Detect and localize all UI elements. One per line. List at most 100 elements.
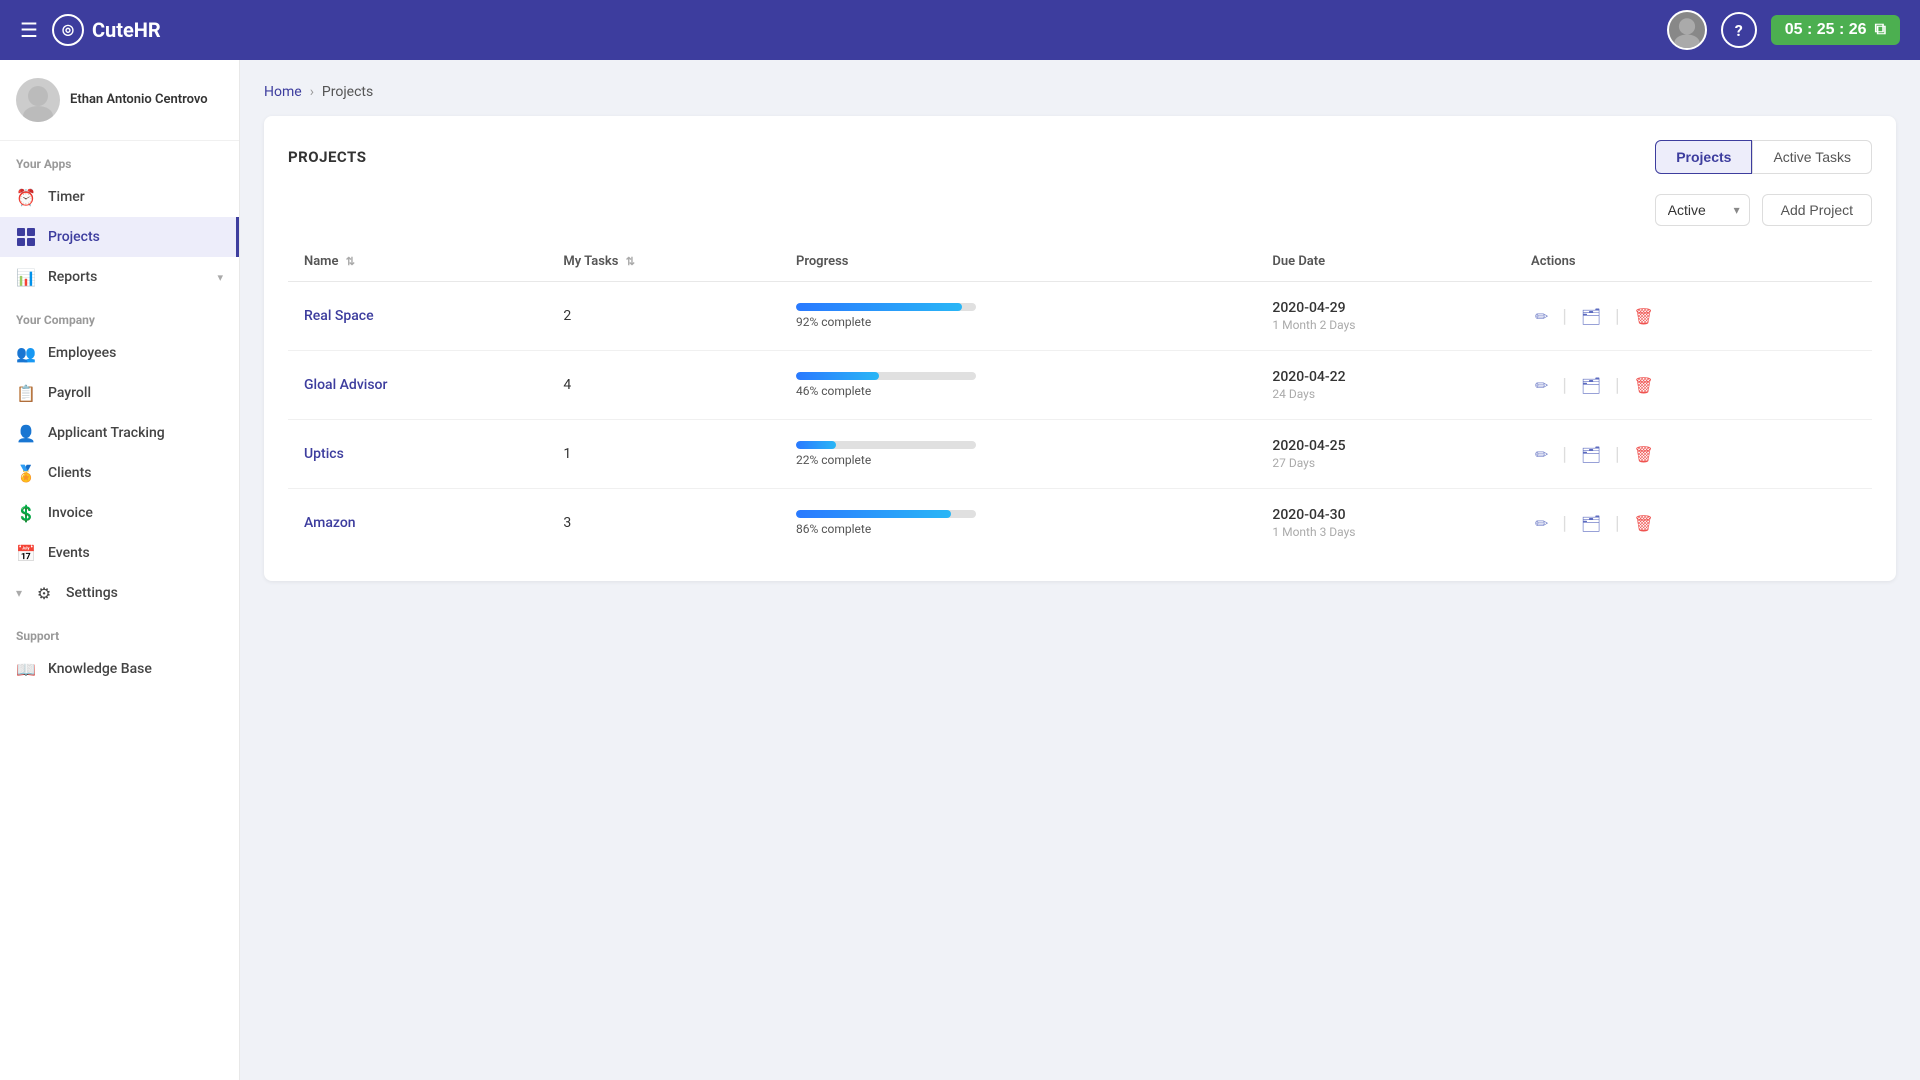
sidebar-item-label: Events xyxy=(48,545,90,561)
cell-name: Gloal Advisor xyxy=(288,351,547,420)
edit-icon[interactable]: ✏ xyxy=(1531,372,1552,399)
breadcrumb-current: Projects xyxy=(322,84,373,100)
sidebar-item-label: Clients xyxy=(48,465,91,481)
reports-icon: 📊 xyxy=(16,267,36,287)
events-icon: 📅 xyxy=(16,543,36,563)
logo-icon: ◎ xyxy=(52,14,84,46)
cell-due-date: 2020-04-30 1 Month 3 Days xyxy=(1256,489,1515,558)
action-icons: ✏ | 🗂 | 🗑 xyxy=(1531,441,1856,468)
table-row: Real Space 2 92% complete 2020-04-29 1 M… xyxy=(288,282,1872,351)
divider: | xyxy=(1562,375,1566,396)
cell-actions: ✏ | 🗂 | 🗑 xyxy=(1515,489,1872,558)
due-date-relative: 27 Days xyxy=(1272,456,1499,470)
edit-icon[interactable]: ✏ xyxy=(1531,303,1552,330)
divider: | xyxy=(1562,306,1566,327)
sort-icon: ⇅ xyxy=(626,255,635,268)
due-date-main: 2020-04-30 xyxy=(1272,507,1499,523)
tab-active-tasks[interactable]: Active Tasks xyxy=(1752,140,1872,174)
your-apps-label: Your Apps xyxy=(0,141,239,177)
main-content: Home › Projects PROJECTS Projects Active… xyxy=(240,60,1920,1080)
sidebar: Ethan Antonio Centrovo Your Apps ⏰ Timer… xyxy=(0,60,240,1080)
sidebar-item-label: Timer xyxy=(48,189,85,205)
progress-bar-fill xyxy=(796,441,836,449)
sidebar-item-label: Reports xyxy=(48,269,97,285)
sidebar-item-events[interactable]: 📅 Events xyxy=(0,533,239,573)
chevron-down-icon: ▾ xyxy=(217,271,223,284)
archive-icon[interactable]: 🗂 xyxy=(1577,441,1605,468)
tab-projects[interactable]: Projects xyxy=(1655,140,1752,174)
breadcrumb-home[interactable]: Home xyxy=(264,84,302,100)
timer-value: 05 : 25 : 26 xyxy=(1785,21,1867,39)
settings-icon: ⚙ xyxy=(34,583,54,603)
sidebar-item-label: Invoice xyxy=(48,505,93,521)
delete-icon[interactable]: 🗑 xyxy=(1630,372,1658,399)
layout: Ethan Antonio Centrovo Your Apps ⏰ Timer… xyxy=(0,60,1920,1080)
table-header-row: Name ⇅ My Tasks ⇅ Progress Due Date Acti… xyxy=(288,242,1872,282)
archive-icon[interactable]: 🗂 xyxy=(1577,303,1605,330)
sidebar-item-knowledge-base[interactable]: 📖 Knowledge Base xyxy=(0,649,239,689)
your-company-label: Your Company xyxy=(0,297,239,333)
sidebar-item-projects[interactable]: Projects xyxy=(0,217,239,257)
sidebar-item-reports[interactable]: 📊 Reports ▾ xyxy=(0,257,239,297)
timer-icon: ⏰ xyxy=(16,187,36,207)
due-date-relative: 1 Month 3 Days xyxy=(1272,525,1499,539)
table-row: Uptics 1 22% complete 2020-04-25 27 Days… xyxy=(288,420,1872,489)
sidebar-item-clients[interactable]: 🏅 Clients xyxy=(0,453,239,493)
progress-bar-track xyxy=(796,303,976,311)
sidebar-item-settings[interactable]: ▾ ⚙ Settings xyxy=(0,573,239,613)
user-avatar-top[interactable] xyxy=(1667,10,1707,50)
progress-bar-wrap: 46% complete xyxy=(796,372,976,398)
due-date-main: 2020-04-29 xyxy=(1272,300,1499,316)
divider: | xyxy=(1615,444,1619,465)
col-actions: Actions xyxy=(1515,242,1872,282)
progress-bar-fill xyxy=(796,303,962,311)
project-link[interactable]: Gloal Advisor xyxy=(304,377,387,393)
cell-my-tasks: 4 xyxy=(547,351,780,420)
cell-my-tasks: 2 xyxy=(547,282,780,351)
sidebar-item-label: Applicant Tracking xyxy=(48,425,165,441)
add-project-button[interactable]: Add Project xyxy=(1762,194,1872,226)
due-date-relative: 1 Month 2 Days xyxy=(1272,318,1499,332)
hamburger-icon[interactable]: ☰ xyxy=(20,18,38,42)
sidebar-item-employees[interactable]: 👥 Employees xyxy=(0,333,239,373)
cell-actions: ✏ | 🗂 | 🗑 xyxy=(1515,351,1872,420)
sidebar-item-invoice[interactable]: 💲 Invoice xyxy=(0,493,239,533)
sidebar-item-label: Knowledge Base xyxy=(48,661,152,677)
edit-icon[interactable]: ✏ xyxy=(1531,441,1552,468)
project-link[interactable]: Uptics xyxy=(304,446,344,462)
cell-my-tasks: 1 xyxy=(547,420,780,489)
progress-bar-wrap: 22% complete xyxy=(796,441,976,467)
support-label: Support xyxy=(0,613,239,649)
help-button[interactable]: ? xyxy=(1721,12,1757,48)
delete-icon[interactable]: 🗑 xyxy=(1630,303,1658,330)
sidebar-item-timer[interactable]: ⏰ Timer xyxy=(0,177,239,217)
archive-icon[interactable]: 🗂 xyxy=(1577,372,1605,399)
edit-icon[interactable]: ✏ xyxy=(1531,510,1552,537)
cell-name: Amazon xyxy=(288,489,547,558)
progress-bar-fill xyxy=(796,510,951,518)
delete-icon[interactable]: 🗑 xyxy=(1630,510,1658,537)
action-icons: ✏ | 🗂 | 🗑 xyxy=(1531,303,1856,330)
archive-icon[interactable]: 🗂 xyxy=(1577,510,1605,537)
col-name: Name ⇅ xyxy=(288,242,547,282)
timer-button[interactable]: 05 : 25 : 26 ⧉ xyxy=(1771,15,1900,45)
project-link[interactable]: Amazon xyxy=(304,515,356,531)
sidebar-username: Ethan Antonio Centrovo xyxy=(70,92,208,109)
sidebar-item-payroll[interactable]: 📋 Payroll xyxy=(0,373,239,413)
cell-actions: ✏ | 🗂 | 🗑 xyxy=(1515,420,1872,489)
col-due-date: Due Date xyxy=(1256,242,1515,282)
app-name: CuteHR xyxy=(92,18,161,42)
clients-icon: 🏅 xyxy=(16,463,36,483)
topnav: ☰ ◎ CuteHR ? 05 : 25 : 26 ⧉ xyxy=(0,0,1920,60)
progress-bar-track xyxy=(796,510,976,518)
cell-name: Real Space xyxy=(288,282,547,351)
col-my-tasks: My Tasks ⇅ xyxy=(547,242,780,282)
progress-bar-track xyxy=(796,372,976,380)
delete-icon[interactable]: 🗑 xyxy=(1630,441,1658,468)
sidebar-item-applicant-tracking[interactable]: 👤 Applicant Tracking xyxy=(0,413,239,453)
project-link[interactable]: Real Space xyxy=(304,308,374,324)
projects-icon xyxy=(16,227,36,247)
status-dropdown[interactable]: Active Inactive All xyxy=(1655,194,1750,226)
cell-due-date: 2020-04-25 27 Days xyxy=(1256,420,1515,489)
invoice-icon: 💲 xyxy=(16,503,36,523)
